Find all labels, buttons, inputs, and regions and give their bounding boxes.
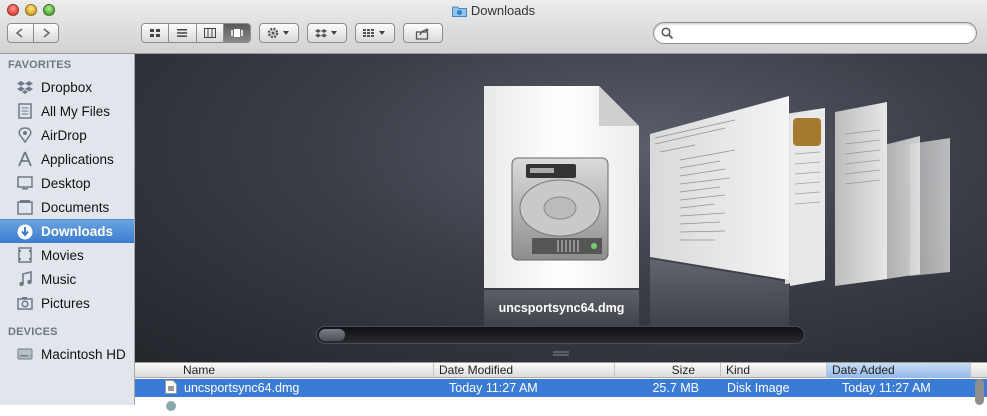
dropbox-menu-button[interactable] [307, 23, 347, 43]
list-view-button[interactable] [169, 24, 197, 42]
cover-page [835, 102, 887, 286]
all-files-icon [16, 102, 34, 120]
file-date-modified: Today 11:27 AM [449, 381, 538, 395]
arrange-menu-button[interactable] [355, 23, 395, 43]
dropbox-icon [315, 29, 337, 38]
back-arrow-icon [16, 28, 23, 38]
sidebar-item-label: Applications [41, 151, 114, 167]
cover-flow-view-button[interactable] [223, 24, 250, 42]
sidebar-item-label: Downloads [41, 224, 114, 239]
share-icon [415, 27, 429, 40]
search-icon [661, 27, 674, 40]
column-header-size[interactable]: Size [615, 363, 721, 378]
action-menu-button[interactable] [259, 23, 299, 43]
dropbox-icon [16, 78, 34, 96]
selected-file-name: uncsportsync64.dmg [498, 301, 625, 315]
selected-file-preview [484, 86, 639, 288]
sidebar-item-all-my-files[interactable]: All My Files [0, 99, 134, 123]
sidebar-item-pictures[interactable]: Pictures [0, 291, 134, 315]
applications-icon [16, 150, 34, 168]
sidebar-item-label: Music [41, 271, 77, 287]
favorites-header: FAVORITES [8, 59, 72, 71]
downloads-folder-icon [451, 6, 467, 17]
sidebar-item-documents[interactable]: Documents [0, 195, 134, 219]
sidebar-item-label: Macintosh HD [41, 346, 126, 362]
desktop-icon [16, 174, 34, 192]
sidebar-item-desktop[interactable]: Desktop [0, 171, 134, 195]
sidebar-item-airdrop[interactable]: AirDrop [0, 123, 134, 147]
sidebar-item-dropbox[interactable]: Dropbox [0, 75, 134, 99]
back-forward-control [7, 23, 59, 43]
forward-button[interactable] [33, 24, 58, 42]
downloads-icon [16, 223, 34, 241]
sidebar: FAVORITES Dropbox All My Files AirDrop A… [0, 54, 135, 405]
window-toolbar: Downloads [0, 0, 987, 54]
icon-view-button[interactable] [142, 24, 170, 42]
share-button[interactable] [403, 23, 443, 43]
column-header-date-modified[interactable]: Date Modified [434, 363, 615, 378]
sidebar-item-label: Dropbox [41, 79, 93, 95]
table-row[interactable] [135, 398, 987, 416]
window-title-bar: Downloads [0, 3, 987, 18]
sidebar-item-label: Documents [41, 199, 110, 215]
music-icon [16, 270, 34, 288]
view-mode-control [141, 23, 251, 43]
column-view-button[interactable] [196, 24, 224, 42]
sidebar-item-label: AirDrop [41, 127, 87, 143]
devices-header: DEVICES [8, 326, 58, 338]
table-row[interactable]: uncsportsync64.dmg Today 11:27 AM 25.7 M… [135, 379, 987, 397]
cover-flow-scroll-thumb[interactable] [319, 329, 345, 341]
search-field[interactable] [653, 22, 977, 44]
file-icon [165, 379, 177, 397]
forward-arrow-icon [43, 28, 50, 38]
file-size: 25.7 MB [652, 381, 699, 395]
list-header: Name Date Modified Size Kind Date Added [135, 362, 987, 378]
sidebar-item-label: All My Files [41, 103, 111, 119]
column-header-kind[interactable]: Kind [721, 363, 827, 378]
movies-icon [16, 246, 34, 264]
cover-flow-pane: uncsportsync64.dmg [135, 54, 987, 362]
column-header-date-added[interactable]: Date Added [827, 363, 971, 378]
disk-image-icon [511, 157, 609, 261]
resize-grip-icon[interactable] [553, 350, 569, 358]
sidebar-item-macintosh-hd[interactable]: Macintosh HD [0, 342, 134, 366]
hard-drive-icon [16, 345, 34, 363]
back-button[interactable] [8, 24, 34, 42]
file-kind: Disk Image [727, 381, 790, 395]
sidebar-item-movies[interactable]: Movies [0, 243, 134, 267]
file-date-added: Today 11:27 AM [842, 381, 931, 395]
list-view-icon [177, 29, 188, 37]
icon-view-icon [150, 29, 161, 37]
sidebar-item-downloads[interactable]: Downloads [0, 219, 134, 243]
documents-icon [16, 198, 34, 216]
file-list: Name Date Modified Size Kind Date Added … [135, 362, 987, 411]
file-name: uncsportsync64.dmg [184, 381, 300, 395]
sidebar-item-label: Desktop [41, 175, 91, 191]
arrange-grid-icon [363, 29, 385, 37]
sidebar-item-music[interactable]: Music [0, 267, 134, 291]
cover-flow-icon [230, 29, 243, 37]
window-title: Downloads [470, 3, 536, 18]
column-view-icon [203, 28, 216, 38]
airdrop-icon [16, 126, 34, 144]
pictures-icon [16, 294, 34, 312]
sidebar-item-label: Movies [41, 247, 84, 263]
column-header-name[interactable]: Name [135, 363, 434, 378]
list-scrollbar-thumb[interactable] [975, 379, 984, 405]
file-icon [165, 398, 177, 416]
search-input[interactable] [676, 25, 970, 43]
sidebar-item-label: Pictures [41, 295, 90, 311]
cover-flow-scrollbar[interactable] [316, 326, 805, 344]
sidebar-item-applications[interactable]: Applications [0, 147, 134, 171]
gear-icon [267, 27, 289, 39]
